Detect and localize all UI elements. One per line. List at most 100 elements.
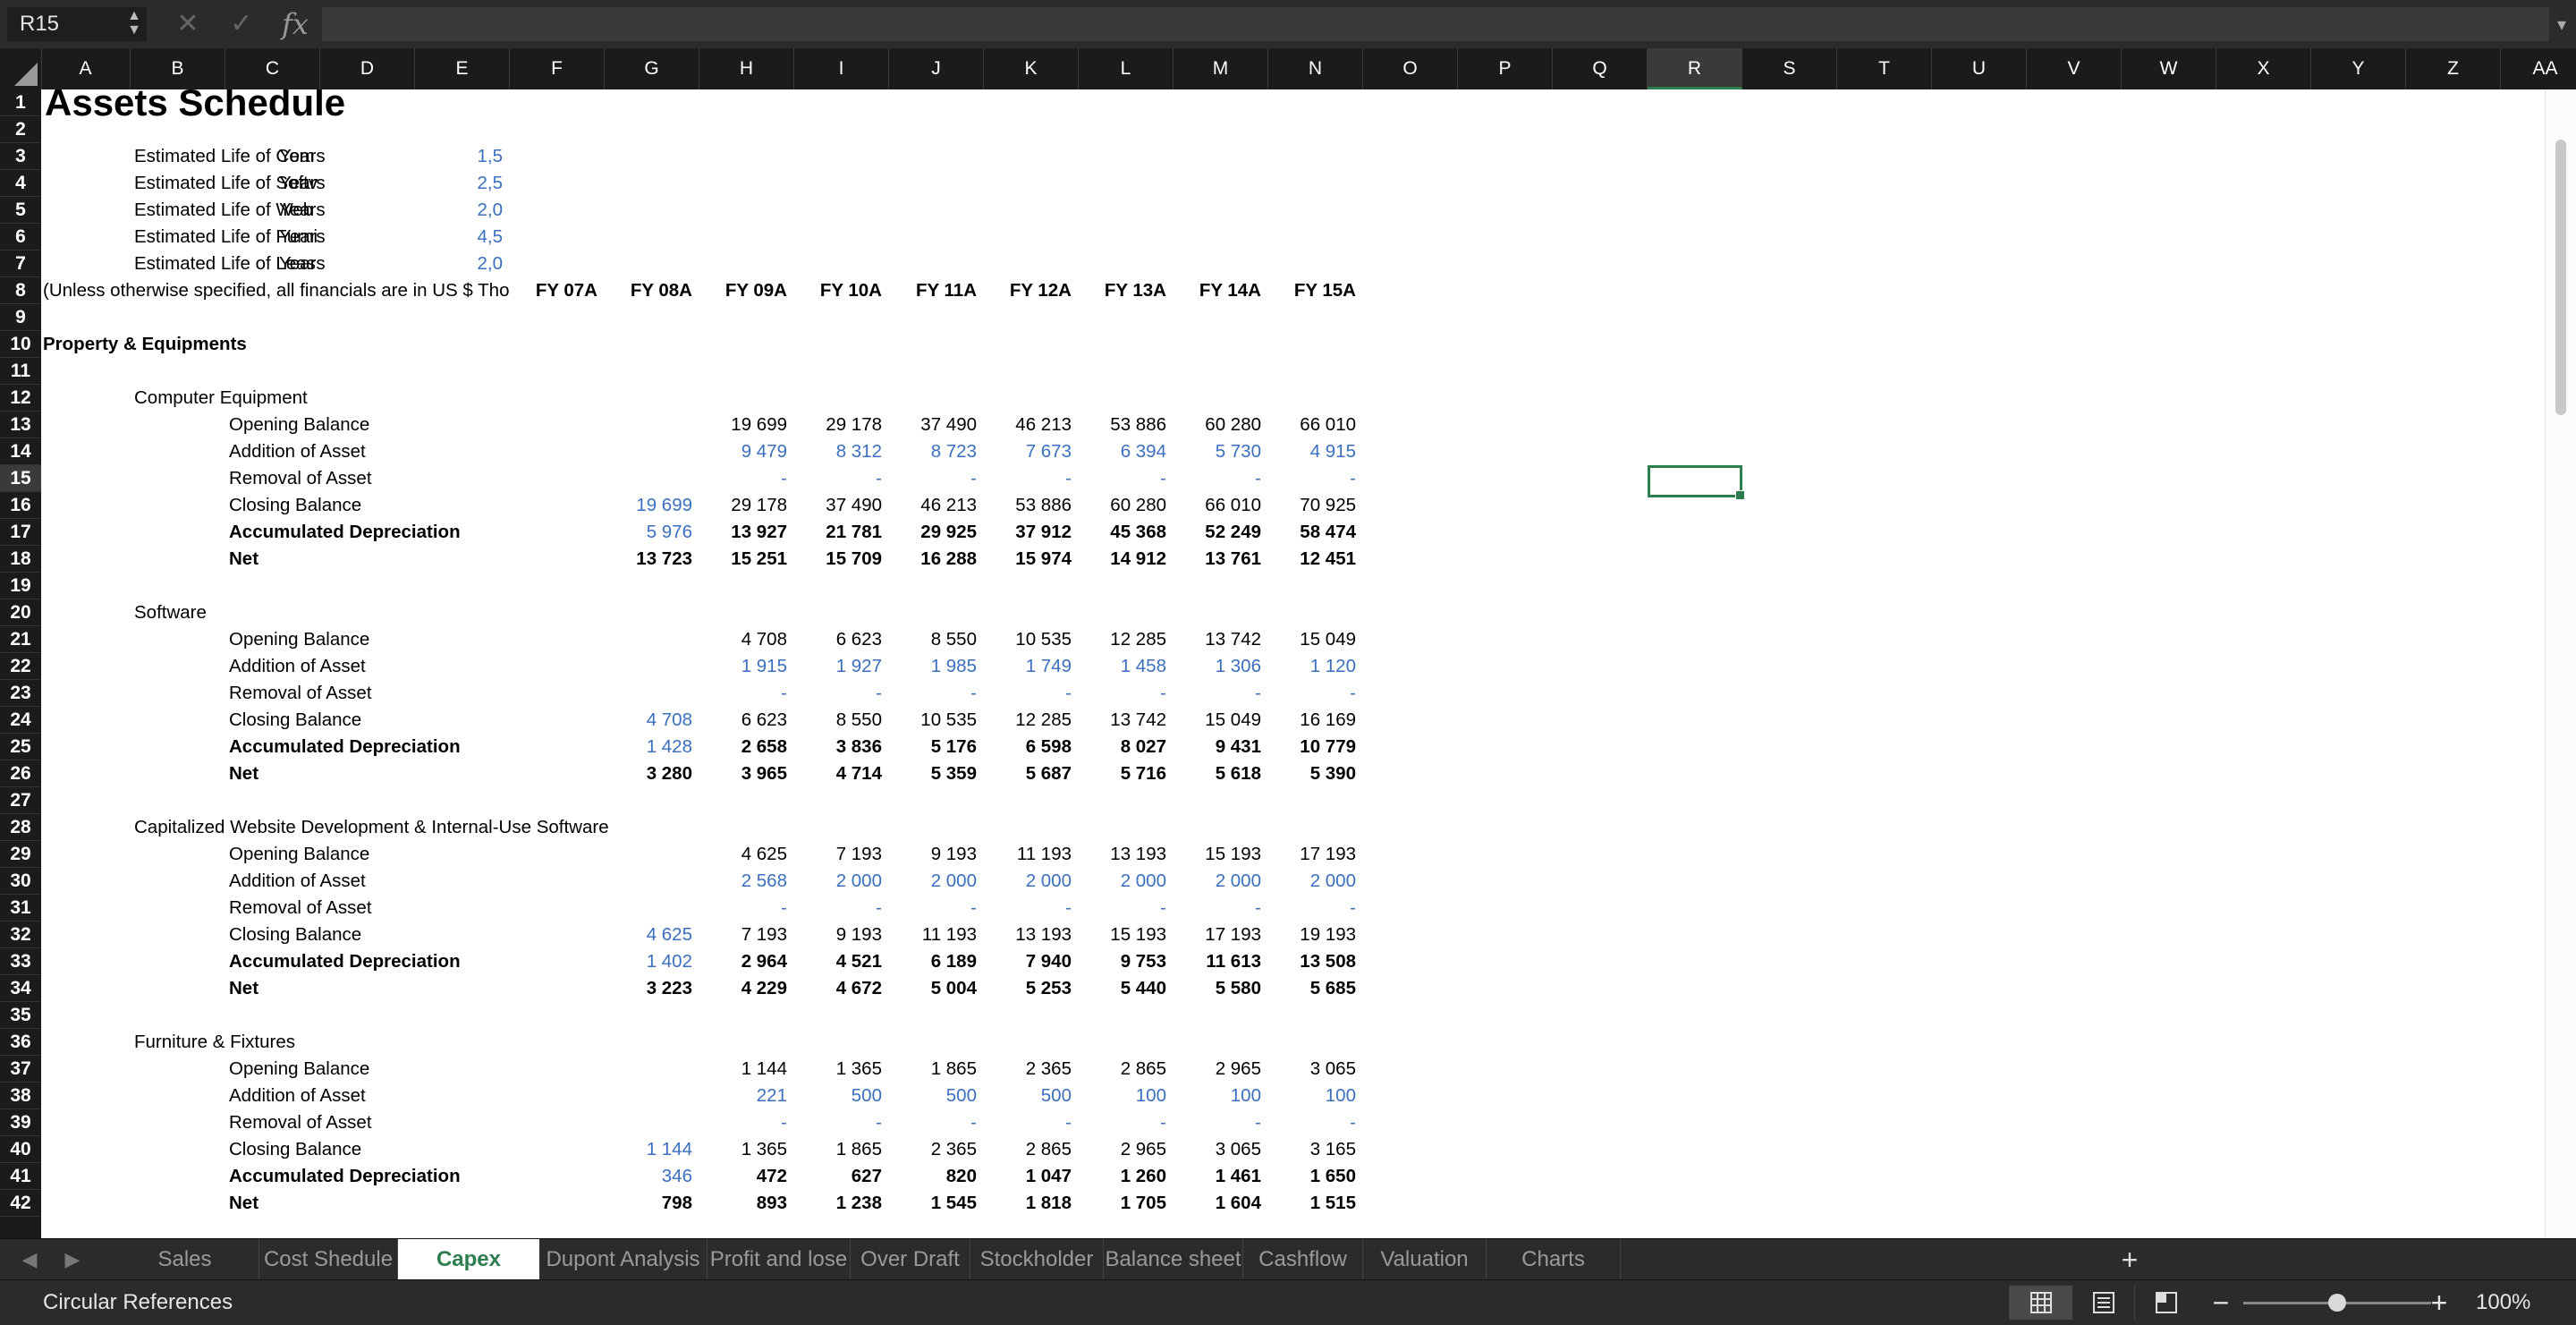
column-header-d[interactable]: D bbox=[320, 48, 415, 89]
sheet-tab-balance-sheet[interactable]: Balance sheet bbox=[1104, 1239, 1243, 1280]
row-header-7[interactable]: 7 bbox=[0, 251, 41, 277]
row-header-27[interactable]: 27 bbox=[0, 787, 41, 814]
row-header-1[interactable]: 1 bbox=[0, 89, 41, 116]
row-header-28[interactable]: 28 bbox=[0, 814, 41, 841]
sheet-tab-valuation[interactable]: Valuation bbox=[1363, 1239, 1487, 1280]
page-break-icon[interactable] bbox=[2134, 1286, 2197, 1320]
row-header-21[interactable]: 21 bbox=[0, 626, 41, 653]
cell-area[interactable]: Assets Schedule Estimated Life of Com Year… bbox=[41, 89, 2546, 1238]
row-header-36[interactable]: 36 bbox=[0, 1029, 41, 1056]
column-header-aa[interactable]: AA bbox=[2501, 48, 2576, 89]
row-header-30[interactable]: 30 bbox=[0, 868, 41, 895]
column-header-z[interactable]: Z bbox=[2406, 48, 2501, 89]
sheet-tab-cashflow[interactable]: Cashflow bbox=[1243, 1239, 1363, 1280]
row-header-5[interactable]: 5 bbox=[0, 197, 41, 224]
zoom-in-button[interactable]: + bbox=[2426, 1280, 2453, 1325]
name-box-stepper-icon[interactable]: ▲ ▼ bbox=[125, 9, 143, 41]
column-header-a[interactable]: A bbox=[41, 48, 131, 89]
row-header-18[interactable]: 18 bbox=[0, 546, 41, 573]
column-header-w[interactable]: W bbox=[2122, 48, 2216, 89]
row-header-39[interactable]: 39 bbox=[0, 1109, 41, 1136]
check-icon[interactable]: ✓ bbox=[224, 7, 259, 41]
fill-handle[interactable] bbox=[1735, 490, 1745, 500]
fx-icon[interactable]: fx bbox=[277, 7, 313, 41]
row-header-26[interactable]: 26 bbox=[0, 760, 41, 787]
sheet-tab-stockholder[interactable]: Stockholder bbox=[970, 1239, 1104, 1280]
zoom-level[interactable]: 100% bbox=[2476, 1280, 2530, 1325]
column-header-f[interactable]: F bbox=[510, 48, 605, 89]
column-header-o[interactable]: O bbox=[1363, 48, 1458, 89]
column-header-k[interactable]: K bbox=[984, 48, 1079, 89]
row-header-10[interactable]: 10 bbox=[0, 331, 41, 358]
row-header-25[interactable]: 25 bbox=[0, 734, 41, 760]
column-header-y[interactable]: Y bbox=[2311, 48, 2406, 89]
zoom-slider[interactable] bbox=[2243, 1294, 2431, 1312]
column-header-c[interactable]: C bbox=[225, 48, 320, 89]
formula-input[interactable] bbox=[322, 7, 2549, 41]
row-header-15[interactable]: 15 bbox=[0, 465, 41, 492]
row-header-17[interactable]: 17 bbox=[0, 519, 41, 546]
sheet-tab-profit-and-lose[interactable]: Profit and lose bbox=[708, 1239, 851, 1280]
row-header-34[interactable]: 34 bbox=[0, 975, 41, 1002]
tab-scroll-left-icon[interactable]: ◀ bbox=[16, 1239, 43, 1280]
column-header-j[interactable]: J bbox=[889, 48, 984, 89]
row-header-31[interactable]: 31 bbox=[0, 895, 41, 922]
row-header-42[interactable]: 42 bbox=[0, 1190, 41, 1217]
row-header-14[interactable]: 14 bbox=[0, 438, 41, 465]
zoom-slider-knob[interactable] bbox=[2328, 1294, 2346, 1312]
row-header-38[interactable]: 38 bbox=[0, 1083, 41, 1109]
row-header-6[interactable]: 6 bbox=[0, 224, 41, 251]
row-header-22[interactable]: 22 bbox=[0, 653, 41, 680]
row-header-23[interactable]: 23 bbox=[0, 680, 41, 707]
column-header-v[interactable]: V bbox=[2027, 48, 2122, 89]
row-header-4[interactable]: 4 bbox=[0, 170, 41, 197]
column-header-u[interactable]: U bbox=[1932, 48, 2027, 89]
column-header-m[interactable]: M bbox=[1174, 48, 1268, 89]
column-header-n[interactable]: N bbox=[1268, 48, 1363, 89]
chevron-down-icon[interactable]: ▾ bbox=[2551, 9, 2572, 41]
select-all-button[interactable] bbox=[0, 48, 42, 89]
column-header-p[interactable]: P bbox=[1458, 48, 1553, 89]
row-header-11[interactable]: 11 bbox=[0, 358, 41, 385]
column-header-l[interactable]: L bbox=[1079, 48, 1174, 89]
scrollbar-thumb[interactable] bbox=[2555, 140, 2566, 415]
normal-view-icon[interactable] bbox=[2009, 1286, 2072, 1320]
selected-cell[interactable] bbox=[1648, 465, 1745, 500]
row-header-37[interactable]: 37 bbox=[0, 1056, 41, 1083]
page-layout-icon[interactable] bbox=[2072, 1286, 2134, 1320]
sheet-tab-dupont-analysis[interactable]: Dupont Analysis bbox=[539, 1239, 708, 1280]
column-header-b[interactable]: B bbox=[131, 48, 225, 89]
zoom-out-button[interactable]: − bbox=[2207, 1280, 2234, 1325]
row-header-3[interactable]: 3 bbox=[0, 143, 41, 170]
tab-scroll-right-icon[interactable]: ▶ bbox=[59, 1239, 86, 1280]
column-header-e[interactable]: E bbox=[415, 48, 510, 89]
column-header-i[interactable]: I bbox=[794, 48, 889, 89]
column-header-h[interactable]: H bbox=[699, 48, 794, 89]
sheet-tab-sales-schedule[interactable]: Sales Schedule bbox=[111, 1239, 259, 1312]
row-header-12[interactable]: 12 bbox=[0, 385, 41, 412]
column-header-g[interactable]: G bbox=[605, 48, 699, 89]
sheet-tab-capex[interactable]: Capex bbox=[398, 1239, 539, 1280]
add-sheet-button[interactable]: + bbox=[2098, 1239, 2161, 1280]
row-header-41[interactable]: 41 bbox=[0, 1163, 41, 1190]
row-header-13[interactable]: 13 bbox=[0, 412, 41, 438]
column-header-s[interactable]: S bbox=[1742, 48, 1837, 89]
column-header-x[interactable]: X bbox=[2216, 48, 2311, 89]
column-header-t[interactable]: T bbox=[1837, 48, 1932, 89]
column-header-r[interactable]: R bbox=[1648, 48, 1742, 89]
row-header-33[interactable]: 33 bbox=[0, 948, 41, 975]
row-header-32[interactable]: 32 bbox=[0, 922, 41, 948]
sheet-tab-over-draft[interactable]: Over Draft bbox=[851, 1239, 970, 1280]
sheet-tab-charts[interactable]: Charts bbox=[1487, 1239, 1621, 1280]
row-header-16[interactable]: 16 bbox=[0, 492, 41, 519]
row-header-24[interactable]: 24 bbox=[0, 707, 41, 734]
row-header-9[interactable]: 9 bbox=[0, 304, 41, 331]
row-header-35[interactable]: 35 bbox=[0, 1002, 41, 1029]
column-header-q[interactable]: Q bbox=[1553, 48, 1648, 89]
cancel-icon[interactable]: ✕ bbox=[170, 7, 206, 41]
sheet-tab-cost-shedule[interactable]: Cost Shedule bbox=[259, 1239, 398, 1280]
row-header-29[interactable]: 29 bbox=[0, 841, 41, 868]
vertical-scrollbar[interactable] bbox=[2545, 89, 2576, 1238]
row-header-19[interactable]: 19 bbox=[0, 573, 41, 599]
row-header-40[interactable]: 40 bbox=[0, 1136, 41, 1163]
